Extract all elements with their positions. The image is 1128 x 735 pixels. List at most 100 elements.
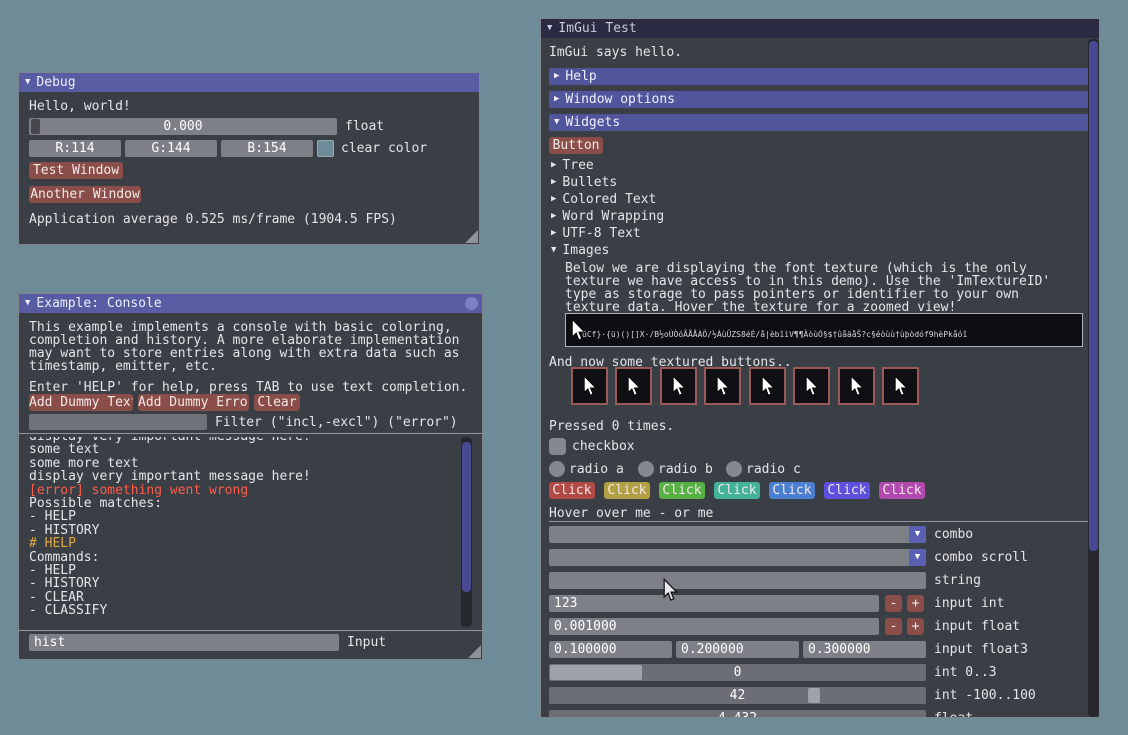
tree-arrow-icon: ▶ xyxy=(551,178,556,187)
separator xyxy=(19,433,483,434)
increment-button[interactable]: + xyxy=(907,618,924,635)
resize-grip[interactable] xyxy=(468,645,481,658)
increment-button[interactable]: + xyxy=(907,595,924,612)
drag-green[interactable]: G:144 xyxy=(125,140,217,157)
hover-text[interactable]: Hover over me - or me xyxy=(549,507,713,520)
collapse-arrow-icon[interactable]: ▼ xyxy=(25,299,30,308)
combo-box[interactable]: bbbb ▼ xyxy=(549,526,926,543)
window-title: Example: Console xyxy=(36,296,161,311)
clear-button[interactable]: Clear xyxy=(254,394,300,411)
clear-color-swatch[interactable] xyxy=(317,140,334,157)
checkbox[interactable] xyxy=(549,438,566,455)
input-int-field[interactable]: 123 xyxy=(549,595,879,612)
window-scrollbar[interactable] xyxy=(1088,39,1099,717)
separator xyxy=(549,521,1089,522)
header-widgets[interactable]: ▼ Widgets xyxy=(549,114,1089,131)
drag-red[interactable]: R:114 xyxy=(29,140,121,157)
float-slider-clipped[interactable]: 4.432 xyxy=(549,710,926,718)
imgui-test-window: ▼ ImGui Test ImGui says hello. ▶ Help ▶ … xyxy=(540,18,1100,718)
combo-arrow-button[interactable]: ▼ xyxy=(909,526,926,543)
scrollbar-grab[interactable] xyxy=(462,442,471,592)
tree-node-utf8-text[interactable]: ▶ UTF-8 Text xyxy=(551,227,641,240)
filter-label: Filter ("incl,-excl") ("error") xyxy=(215,416,458,429)
close-button[interactable] xyxy=(465,297,478,310)
float-slider[interactable]: 0.000 xyxy=(29,118,337,135)
fps-stats-text: Application average 0.525 ms/frame (1904… xyxy=(29,213,397,226)
string-input[interactable]: Hello, world! xyxy=(549,572,926,589)
textured-image-button[interactable] xyxy=(571,367,608,405)
combo-arrow-button[interactable]: ▼ xyxy=(909,549,926,566)
separator xyxy=(19,630,483,631)
console-help-line: Enter 'HELP' for help, press TAB to use … xyxy=(29,381,467,394)
clear-color-label: clear color xyxy=(341,142,427,155)
drag-blue[interactable]: B:154 xyxy=(221,140,313,157)
resize-grip[interactable] xyxy=(465,230,478,243)
collapse-arrow-icon[interactable]: ▼ xyxy=(25,78,30,87)
tree-node-word-wrapping[interactable]: ▶ Word Wrapping xyxy=(551,210,664,223)
test-titlebar[interactable]: ▼ ImGui Test xyxy=(541,19,1099,38)
log-line-error: [error] something went wrong xyxy=(29,484,459,497)
tree-node-images[interactable]: ▼ Images xyxy=(551,244,609,257)
collapse-arrow-icon[interactable]: ▼ xyxy=(547,24,552,33)
desktop: { "icons": { "open_arrow": "▼", "closed_… xyxy=(0,0,1128,735)
radio-c[interactable] xyxy=(726,461,742,477)
input-int-label: input int xyxy=(934,597,1004,610)
scrollbar-grab[interactable] xyxy=(1089,41,1098,551)
add-dummy-error-button[interactable]: Add Dummy Error xyxy=(138,394,249,411)
tree-node-tree[interactable]: ▶ Tree xyxy=(551,159,594,172)
string-input-label: string xyxy=(934,574,981,587)
textured-image-button[interactable] xyxy=(615,367,652,405)
textured-image-button[interactable] xyxy=(660,367,697,405)
button-widget[interactable]: Button xyxy=(549,137,603,154)
header-window-options[interactable]: ▶ Window options xyxy=(549,91,1089,108)
input-float3-z[interactable]: 0.300000 xyxy=(803,641,926,658)
header-label: Help xyxy=(565,69,596,84)
add-dummy-text-button[interactable]: Add Dummy Text xyxy=(29,394,133,411)
combo-scroll-box[interactable]: ▼ xyxy=(549,549,926,566)
click-button-4[interactable]: Click xyxy=(714,482,760,499)
int-range-slider[interactable]: 42 xyxy=(549,687,926,704)
radio-b[interactable] xyxy=(638,461,654,477)
log-line: - HELP xyxy=(29,564,459,577)
textured-image-button[interactable] xyxy=(793,367,830,405)
tree-node-colored-text[interactable]: ▶ Colored Text xyxy=(551,193,656,206)
console-log[interactable]: display very important message here! som… xyxy=(29,437,459,627)
input-float3-label: input float3 xyxy=(934,643,1028,656)
cursor-arrow-icon xyxy=(672,375,686,397)
textured-image-button[interactable] xyxy=(882,367,919,405)
tree-arrow-icon: ▶ xyxy=(551,229,556,238)
log-line: - CLASSIFY xyxy=(29,604,459,617)
combo-label: combo xyxy=(934,528,973,541)
slider-value: 0 xyxy=(549,664,926,681)
radio-a[interactable] xyxy=(549,461,565,477)
click-button-1[interactable]: Click xyxy=(549,482,595,499)
debug-titlebar[interactable]: ▼ Debug xyxy=(19,73,479,92)
tree-node-bullets[interactable]: ▶ Bullets xyxy=(551,176,617,189)
decrement-button[interactable]: - xyxy=(885,618,902,635)
input-float-field[interactable]: 0.001000 xyxy=(549,618,879,635)
log-scrollbar[interactable] xyxy=(461,437,472,627)
click-button-5[interactable]: Click xyxy=(769,482,815,499)
input-float3-x[interactable]: 0.100000 xyxy=(549,641,672,658)
tree-arrow-icon: ▼ xyxy=(551,246,556,255)
decrement-button[interactable]: - xyxy=(885,595,902,612)
cursor-arrow-icon xyxy=(627,375,641,397)
textured-image-button[interactable] xyxy=(838,367,875,405)
click-button-2[interactable]: Click xyxy=(604,482,650,499)
console-titlebar[interactable]: ▼ Example: Console xyxy=(19,294,482,313)
font-texture-image[interactable]: úCf}·{ü)()[]X·/B½oÙÒóÃÅÅÀÖ/½ÀùÛZS8éÉ/å|è… xyxy=(565,313,1083,347)
input-float3-y[interactable]: 0.200000 xyxy=(676,641,799,658)
click-button-6[interactable]: Click xyxy=(824,482,870,499)
click-button-7[interactable]: Click xyxy=(879,482,925,499)
another-window-button[interactable]: Another Window xyxy=(29,186,141,203)
float-slider-label: float xyxy=(345,120,384,133)
textured-image-button[interactable] xyxy=(704,367,741,405)
tree-label: Tree xyxy=(562,159,593,172)
click-button-3[interactable]: Click xyxy=(659,482,705,499)
textured-image-button[interactable] xyxy=(749,367,786,405)
int-slider[interactable]: 0 xyxy=(549,664,926,681)
test-window-button[interactable]: Test Window xyxy=(29,162,123,179)
console-input[interactable]: hist xyxy=(29,634,339,651)
filter-input[interactable] xyxy=(29,414,207,430)
header-help[interactable]: ▶ Help xyxy=(549,68,1089,85)
